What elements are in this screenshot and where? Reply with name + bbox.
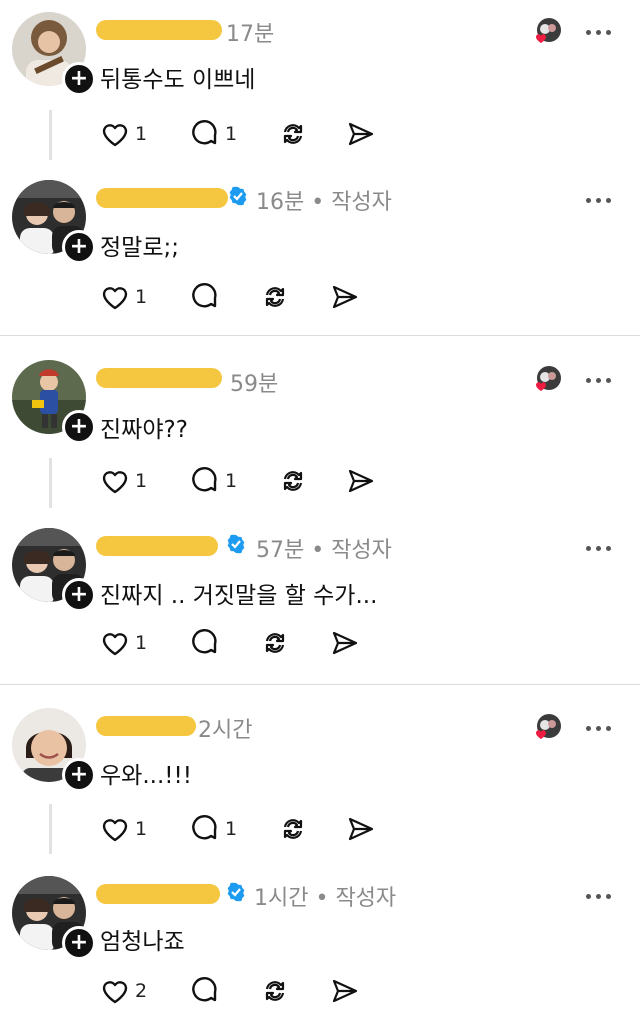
comment-bubble-icon [192, 629, 217, 654]
repost-button[interactable] [278, 466, 308, 496]
redacted-username [96, 716, 196, 736]
reply-count: 1 [225, 818, 238, 840]
comment-bubble-icon [192, 283, 217, 308]
redacted-username [96, 368, 222, 388]
repost-button[interactable] [278, 119, 308, 149]
timestamp: 2시간 [198, 718, 253, 743]
like-count: 1 [135, 632, 148, 654]
verified-badge-icon [227, 882, 245, 902]
comment-bubble-icon [192, 120, 217, 145]
heart-icon [102, 471, 128, 494]
timestamp: 57분 • 작성자 [256, 538, 392, 563]
like-button[interactable]: 1 [100, 282, 147, 312]
reply-button[interactable]: 1 [190, 466, 237, 496]
share-button[interactable] [330, 976, 360, 1006]
repost-icon [283, 471, 303, 491]
more-options-icon[interactable] [586, 374, 612, 388]
more-options-icon[interactable] [586, 722, 612, 736]
comment-bubble-icon [192, 467, 217, 492]
reply-count: 1 [225, 123, 238, 145]
like-count: 1 [135, 123, 148, 145]
reply-count: 1 [225, 470, 238, 492]
like-button[interactable]: 2 [100, 976, 147, 1006]
thread-line [49, 804, 52, 854]
like-button[interactable]: 1 [100, 119, 147, 149]
more-options-icon[interactable] [586, 194, 612, 208]
more-options-icon[interactable] [586, 542, 612, 556]
heart-icon [102, 287, 128, 310]
share-button[interactable] [346, 466, 376, 496]
like-button[interactable]: 1 [100, 466, 147, 496]
reply-button[interactable]: 1 [190, 814, 237, 844]
repost-icon [283, 819, 303, 839]
thread-divider [0, 684, 640, 685]
comment-text: 뒤통수도 이쁘네 [100, 67, 256, 93]
heart-icon [102, 633, 128, 656]
comment-bubble-icon [192, 815, 217, 840]
send-icon [332, 631, 358, 655]
like-count: 1 [135, 818, 148, 840]
redacted-username [96, 188, 228, 208]
redacted-username [96, 536, 218, 556]
redacted-username [96, 20, 222, 40]
share-button[interactable] [346, 814, 376, 844]
heart-icon [102, 819, 128, 842]
send-icon [348, 469, 374, 493]
timestamp: 59분 [230, 372, 279, 397]
share-button[interactable] [330, 628, 360, 658]
like-count: 1 [135, 470, 148, 492]
like-count: 1 [135, 286, 148, 308]
reply-button[interactable] [190, 282, 220, 312]
comment-bubble-icon [192, 977, 217, 1002]
verified-badge-icon [227, 534, 245, 554]
send-icon [348, 122, 374, 146]
more-options-icon[interactable] [586, 26, 612, 40]
thread-line [49, 458, 52, 508]
timestamp: 17분 [226, 22, 275, 47]
follow-plus-icon[interactable]: + [62, 578, 96, 612]
repost-button[interactable] [260, 628, 290, 658]
redacted-username [96, 884, 220, 904]
thread-divider [0, 335, 640, 336]
repost-button[interactable] [260, 976, 290, 1006]
send-icon [332, 979, 358, 1003]
follow-plus-icon[interactable]: + [62, 926, 96, 960]
follow-plus-icon[interactable]: + [62, 62, 96, 96]
reply-button[interactable] [190, 628, 220, 658]
repost-icon [265, 287, 285, 307]
reply-text: 진짜지 .. 거짓말을 할 수가... [100, 583, 378, 609]
heart-icon [102, 124, 128, 147]
author-liked-icon [532, 712, 562, 742]
reply-text: 정말로;; [100, 235, 179, 261]
repost-button[interactable] [278, 814, 308, 844]
author-liked-icon [532, 364, 562, 394]
repost-icon [265, 633, 285, 653]
verified-badge-icon [229, 186, 247, 206]
reply-button[interactable]: 1 [190, 119, 237, 149]
like-button[interactable]: 1 [100, 814, 147, 844]
timestamp: 1시간 • 작성자 [254, 886, 397, 911]
reply-text: 엄청나죠 [100, 929, 185, 955]
share-button[interactable] [346, 119, 376, 149]
comment-text: 진짜야?? [100, 417, 188, 443]
repost-icon [283, 124, 303, 144]
like-button[interactable]: 1 [100, 628, 147, 658]
follow-plus-icon[interactable]: + [62, 410, 96, 444]
reply-button[interactable] [190, 976, 220, 1006]
more-options-icon[interactable] [586, 890, 612, 904]
repost-icon [265, 981, 285, 1001]
like-count: 2 [135, 980, 148, 1002]
repost-button[interactable] [260, 282, 290, 312]
timestamp: 16분 • 작성자 [256, 190, 392, 215]
follow-plus-icon[interactable]: + [62, 230, 96, 264]
thread-line [49, 110, 52, 160]
send-icon [332, 285, 358, 309]
send-icon [348, 817, 374, 841]
author-liked-icon [532, 16, 562, 46]
heart-icon [102, 981, 128, 1004]
comment-text: 우와...!!! [100, 763, 192, 789]
share-button[interactable] [330, 282, 360, 312]
follow-plus-icon[interactable]: + [62, 758, 96, 792]
